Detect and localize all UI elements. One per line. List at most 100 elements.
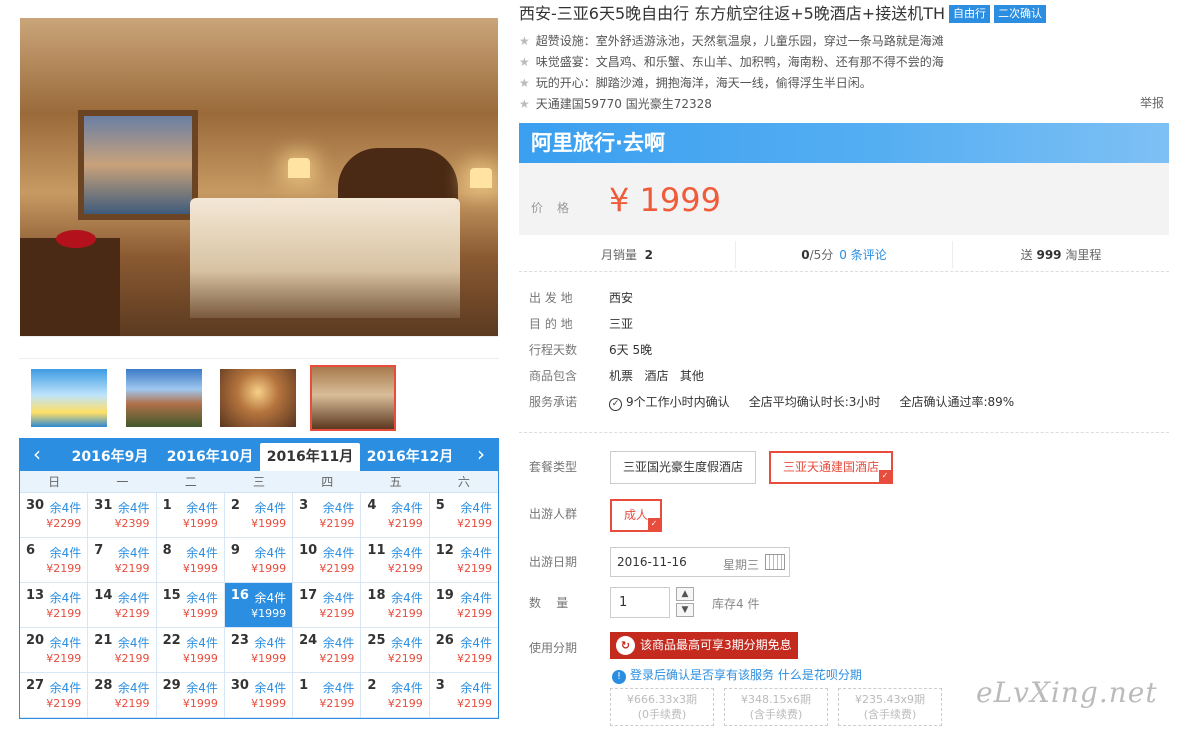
day-stock: 余4件 [254,636,287,650]
photo-lamp [470,168,492,188]
day-price: ¥2199 [456,517,492,530]
increment-icon[interactable]: ▲ [676,587,694,601]
package-option-guoguang[interactable]: 三亚国光豪生度假酒店 [610,451,757,484]
thumbnail-3[interactable] [218,367,298,429]
calendar-day[interactable]: 27 余4件 ¥2199 [20,673,89,718]
month-tab[interactable]: 2016年12月 [360,443,460,471]
price-value: ¥ 1999 [609,181,721,219]
weekday: 五 [389,475,402,489]
calendar-day[interactable]: 24 余4件 ¥2199 [293,628,362,673]
day-stock: 余4件 [49,681,82,695]
date-input[interactable]: 2016-11-16 星期三 [610,547,790,577]
calendar-day[interactable]: 12 余4件 ¥2199 [429,538,498,583]
day-stock: 余4件 [460,591,492,605]
day-number: 9 [230,543,240,558]
calendar-day[interactable]: 25 余4件 ¥2199 [361,628,430,673]
quantity-input[interactable]: 1 [610,587,670,618]
day-price: ¥1999 [182,607,218,620]
thumbnail-1[interactable] [29,367,109,429]
calendar-day[interactable]: 11 余4件 ¥2199 [361,538,430,583]
calendar-day[interactable]: 19 余4件 ¥2199 [429,583,498,628]
installment-plan[interactable]: ¥348.15x6期 (含手续费) [724,688,828,726]
calendar-day[interactable]: 6 余4件 ¥2199 [20,538,89,583]
calendar-day[interactable]: 31 余4件 ¥2399 [88,493,157,538]
thumbnail-2[interactable] [124,367,204,429]
calendar-day[interactable]: 20 余4件 ¥2199 [20,628,89,673]
info-row: 商品包含 机票 酒店 其他 [529,369,704,383]
calendar-day[interactable]: 8 余4件 ¥1999 [156,538,225,583]
calendar-day[interactable]: 5 余4件 ¥2199 [429,493,498,538]
day-price: ¥2199 [114,697,150,710]
feature-item: ★ 味觉盛宴：文昌鸡、和乐蟹、东山羊、加积鸭，海南粉、还有那不得不尝的海 [519,52,1169,73]
day-number: 2 [367,678,377,693]
day-stock: 余4件 [254,546,287,560]
calendar-day[interactable]: 10 余4件 ¥2199 [293,538,362,583]
calendar-day[interactable]: 9 余4件 ¥1999 [224,538,294,583]
calendar-day[interactable]: 1 余4件 ¥1999 [156,493,225,538]
installment-plan[interactable]: ¥235.43x9期 (含手续费) [838,688,942,726]
calendar-day[interactable]: 30 余4件 ¥2299 [20,493,89,538]
huabei-help-link[interactable]: 什么是花呗分期 [778,668,862,682]
calendar-day[interactable]: 2 余4件 ¥2199 [361,673,430,718]
thumbnail-4[interactable] [310,365,396,431]
day-stock: 余4件 [117,681,150,695]
day-number: 5 [435,498,445,513]
day-price: ¥2199 [456,652,492,665]
month-tab-active[interactable]: 2016年11月 [260,443,360,471]
day-price: ¥2199 [319,652,355,665]
calendar-day[interactable]: 26 余4件 ¥2199 [429,628,498,673]
date-label: 出游日期 [529,555,578,569]
decrement-icon[interactable]: ▼ [676,603,694,617]
info-row: 出 发 地西安 [529,291,634,305]
day-stock: 余4件 [460,681,492,695]
month-tab[interactable]: 2016年9月 [60,443,160,471]
report-link[interactable]: 举报 [1140,94,1172,111]
huabei-logo-icon: ↻ [616,636,635,655]
calendar-day[interactable]: 16 余4件 ¥1999 [224,583,294,628]
day-price: ¥1999 [251,652,287,665]
month-tab[interactable]: 2016年10月 [160,443,260,471]
calendar-day[interactable]: 23 余4件 ¥1999 [224,628,294,673]
calendar-day[interactable]: 22 余4件 ¥1999 [156,628,225,673]
chevron-left-icon[interactable]: ‹ [22,439,52,471]
calendar-day[interactable]: 4 余4件 ¥2199 [361,493,430,538]
day-number: 17 [299,588,318,603]
day-price: ¥2199 [114,607,150,620]
day-price: ¥2199 [387,652,423,665]
calendar-icon[interactable] [765,554,785,570]
day-number: 3 [435,678,445,693]
weekday: 日 [48,475,61,489]
day-stock: 余4件 [391,501,423,515]
calendar-day[interactable]: 21 余4件 ¥2199 [88,628,157,673]
traveler-option-adult[interactable]: 成人 [610,499,663,532]
calendar-day[interactable]: 17 余4件 ¥2199 [293,583,362,628]
day-number: 13 [26,588,45,603]
calendar-day[interactable]: 3 余4件 ¥2199 [293,493,362,538]
calendar-day[interactable]: 18 余4件 ¥2199 [361,583,430,628]
calendar-day[interactable]: 13 余4件 ¥2199 [20,583,89,628]
calendar-day[interactable]: 3 余4件 ¥2199 [429,673,498,718]
day-number: 1 [299,678,309,693]
day-stock: 余4件 [49,501,82,515]
calendar-day[interactable]: 7 余4件 ¥2199 [88,538,157,583]
calendar-day[interactable]: 2 余4件 ¥1999 [224,493,294,538]
chevron-right-icon[interactable]: › [466,439,496,471]
day-price: ¥2199 [319,697,355,710]
calendar-day[interactable]: 1 余4件 ¥2199 [293,673,362,718]
brand-bar: 阿里旅行·去啊 [519,123,1169,163]
day-stock: 余4件 [391,681,423,695]
reviews-link[interactable]: 0 条评论 [839,248,886,262]
calendar-day[interactable]: 29 余4件 ¥1999 [156,673,225,718]
day-number: 15 [162,588,181,603]
travelers-label: 出游人群 [529,507,578,521]
installment-plan[interactable]: ¥666.33x3期 (0手续费) [610,688,714,726]
day-stock: 余4件 [49,636,82,650]
calendar-day[interactable]: 30 余4件 ¥1999 [224,673,294,718]
day-stock: 余4件 [254,501,287,515]
day-price: ¥2199 [46,652,82,665]
package-option-tiantong[interactable]: 三亚天通建国酒店 [769,451,894,484]
calendar-day[interactable]: 14 余4件 ¥2199 [88,583,157,628]
huabei-banner[interactable]: ↻ 该商品最高可享3期分期免息 [610,632,798,659]
calendar-day[interactable]: 28 余4件 ¥2199 [88,673,157,718]
calendar-day[interactable]: 15 余4件 ¥1999 [156,583,225,628]
